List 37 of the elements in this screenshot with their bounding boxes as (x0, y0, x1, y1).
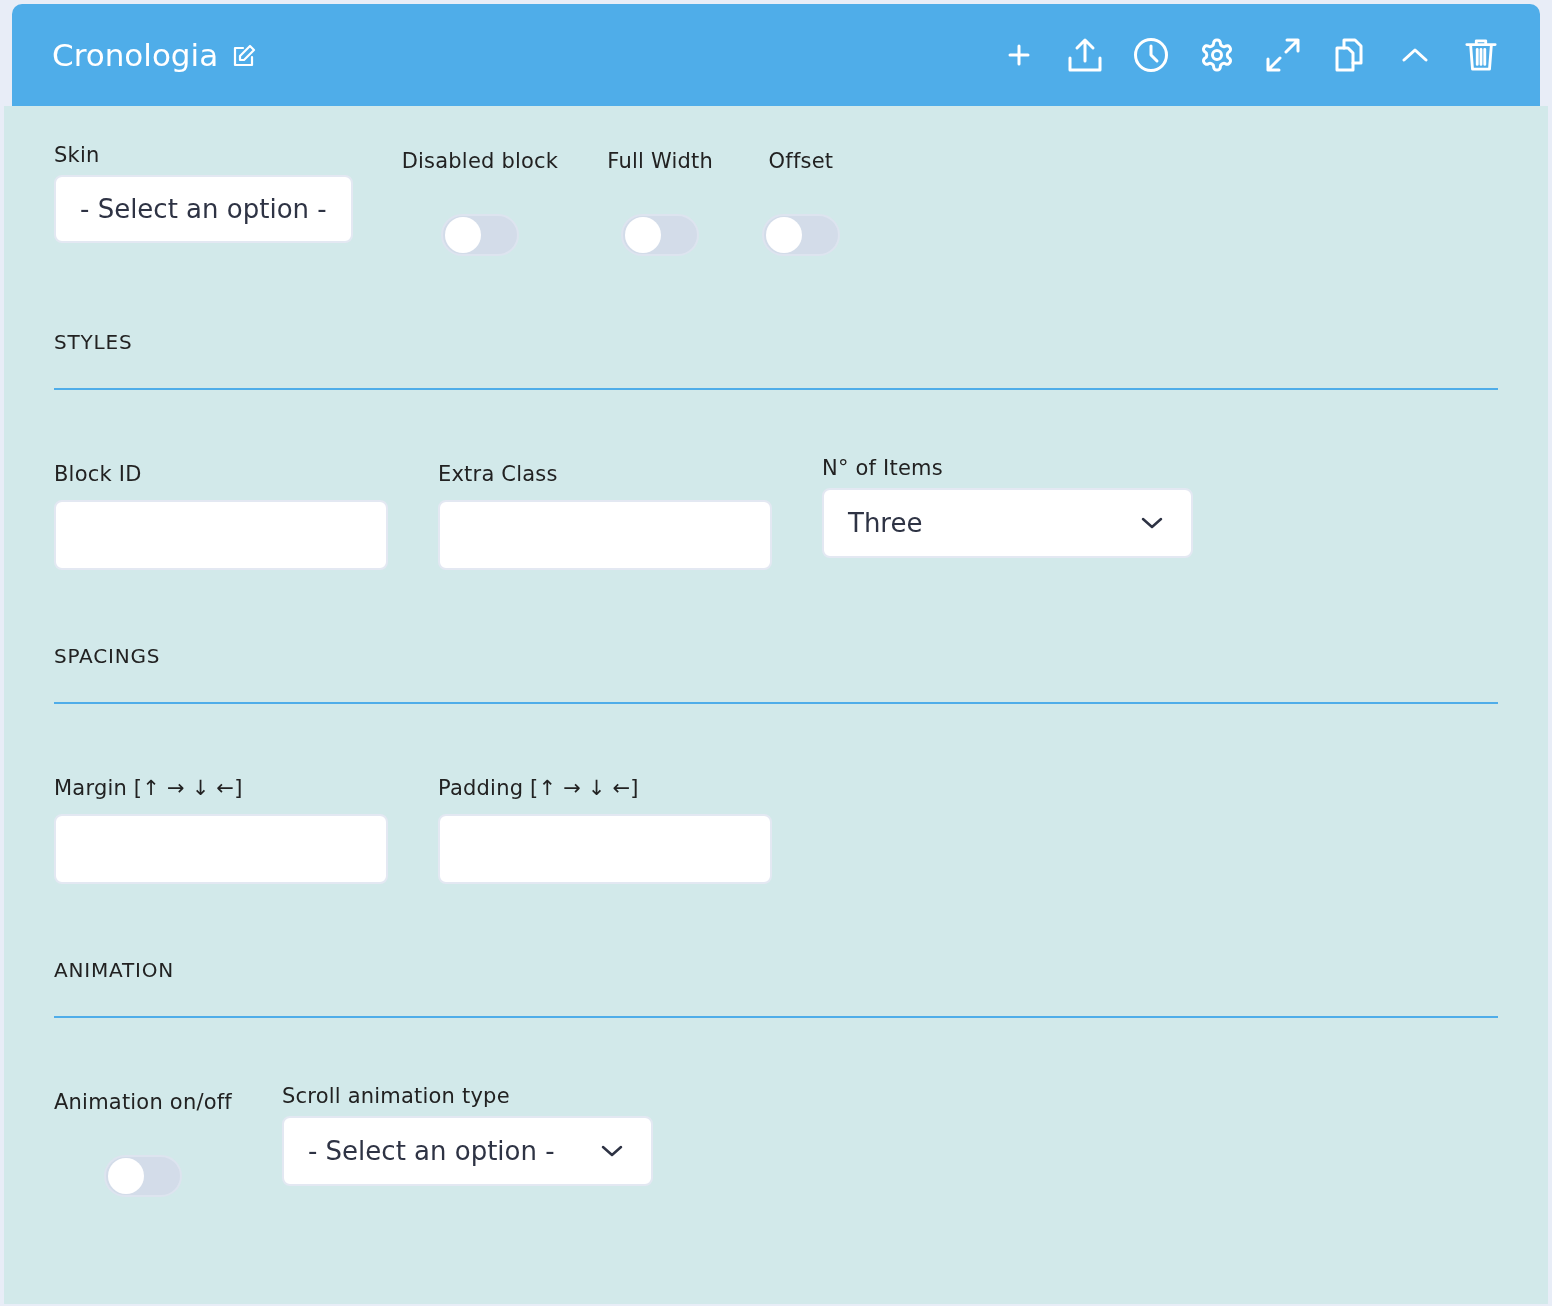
field-label: Margin [↑ → ↓ ←] (54, 776, 243, 800)
toggle-switch[interactable] (761, 214, 840, 256)
section-heading: STYLES (54, 330, 133, 354)
panel-title: Cronologia (52, 35, 219, 75)
text-field[interactable] (438, 500, 772, 570)
chevron-down-icon (600, 1145, 623, 1157)
chevron-down-icon (1141, 517, 1163, 529)
option-select[interactable]: - Select an option - (54, 175, 353, 243)
plus-icon[interactable] (1008, 44, 1030, 66)
section-heading: ANIMATION (54, 958, 174, 982)
text-field[interactable] (438, 814, 772, 884)
field-label: Skin (54, 143, 100, 167)
field-label: N° of Items (822, 456, 943, 480)
toggle-switch[interactable] (104, 1155, 182, 1197)
field-label: Disabled block (401, 149, 559, 173)
field-label: Block ID (54, 462, 142, 486)
dropdown-select[interactable]: - Select an option - (281, 1116, 653, 1186)
field-label: Padding [↑ → ↓ ←] (438, 776, 639, 800)
chevron-up-icon[interactable] (1402, 48, 1428, 62)
copy-icon[interactable] (1334, 37, 1364, 73)
toggle-switch[interactable] (621, 214, 700, 256)
edit-icon[interactable] (232, 44, 257, 68)
toggle-switch[interactable] (440, 214, 519, 256)
field-label: Full Width (607, 149, 713, 173)
upload-icon[interactable] (1067, 37, 1103, 73)
trash-icon[interactable] (1464, 37, 1498, 73)
text-field[interactable] (54, 500, 388, 570)
text-field[interactable] (54, 814, 388, 884)
expand-icon[interactable] (1265, 37, 1301, 73)
field-label: Extra Class (438, 462, 558, 486)
clock-icon[interactable] (1133, 37, 1169, 73)
section-heading: SPACINGS (54, 644, 161, 668)
field-label: Animation on/off (54, 1090, 232, 1114)
field-label: Scroll animation type (281, 1084, 510, 1108)
field-label: Offset (768, 149, 834, 173)
settings-icon[interactable] (1199, 37, 1235, 73)
dropdown-select[interactable]: Three (822, 488, 1193, 558)
